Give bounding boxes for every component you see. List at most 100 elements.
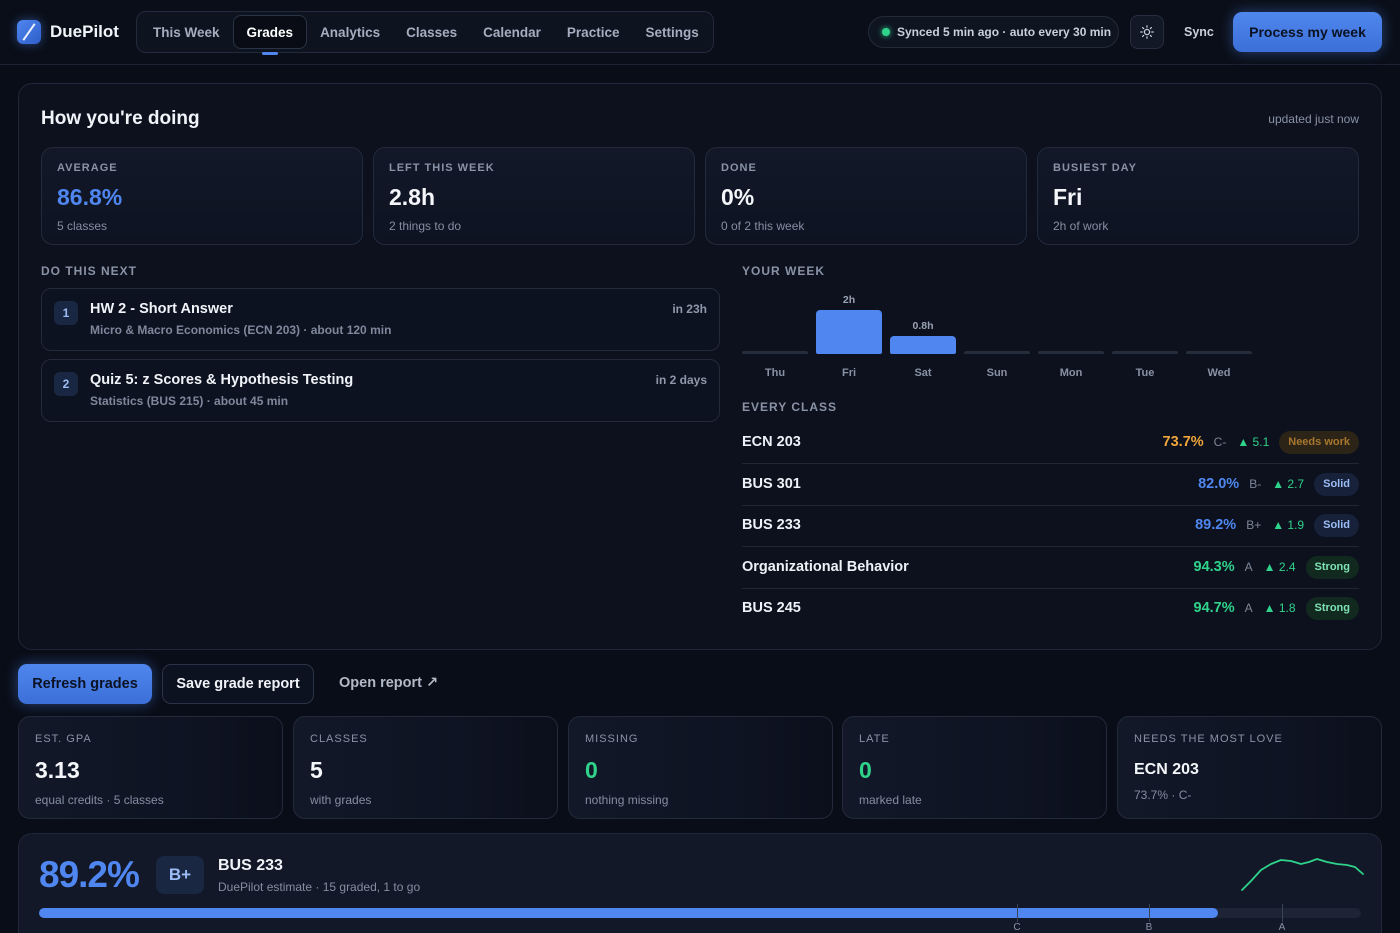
week-bar-value: 2h bbox=[842, 294, 856, 306]
tab-classes[interactable]: Classes bbox=[393, 15, 470, 49]
class-trend: ▲ 1.9 bbox=[1272, 518, 1305, 532]
detail-letter-badge: B+ bbox=[156, 856, 204, 894]
class-percentage: 89.2% bbox=[1195, 517, 1237, 533]
sync-status-text: Synced 5 min ago · auto every 30 min bbox=[897, 25, 1112, 39]
tab-this-week[interactable]: This Week bbox=[140, 15, 233, 49]
task-subtitle: Statistics (BUS 215) · about 45 min bbox=[90, 394, 289, 408]
summary-label: NEEDS THE MOST LOVE bbox=[1134, 733, 1283, 745]
refresh-grades-button[interactable]: Refresh grades bbox=[18, 664, 152, 704]
summary-label: CLASSES bbox=[310, 733, 368, 745]
class-letter-grade: A bbox=[1244, 560, 1253, 574]
week-bar bbox=[964, 351, 1030, 354]
status-badge: Strong bbox=[1305, 555, 1359, 579]
do-this-next-heading: DO THIS NEXT bbox=[41, 264, 138, 278]
open-report-link[interactable]: Open report ↗ bbox=[339, 675, 438, 691]
stat-sub: 2 things to do bbox=[389, 219, 462, 233]
sun-icon bbox=[1140, 25, 1154, 39]
summary-label: MISSING bbox=[585, 733, 639, 745]
process-week-button[interactable]: Process my week bbox=[1233, 12, 1382, 52]
class-row[interactable]: BUS 233 89.2% B+ ▲ 1.9 Solid bbox=[742, 505, 1359, 547]
week-day-label: Sun bbox=[986, 367, 1008, 379]
tab-analytics[interactable]: Analytics bbox=[307, 15, 393, 49]
summary-late: LATE 0 marked late bbox=[842, 716, 1107, 819]
task-subtitle: Micro & Macro Economics (ECN 203) · abou… bbox=[90, 323, 392, 337]
week-day-fri: 2h Fri bbox=[816, 289, 882, 379]
summary-missing: MISSING 0 nothing missing bbox=[568, 716, 833, 819]
class-grade-group: 89.2% B+ ▲ 1.9 Solid bbox=[1195, 513, 1359, 537]
class-row[interactable]: BUS 245 94.7% A ▲ 1.8 Strong bbox=[742, 588, 1359, 630]
tab-calendar[interactable]: Calendar bbox=[470, 15, 554, 49]
summary-value: ECN 203 bbox=[1134, 761, 1199, 778]
status-badge: Solid bbox=[1314, 513, 1359, 537]
stat-sub: 5 classes bbox=[57, 219, 108, 233]
app-name: DuePilot bbox=[50, 22, 119, 41]
your-week-heading: YOUR WEEK bbox=[742, 264, 826, 278]
grade-detail-card[interactable]: 89.2% B+ BUS 233 DuePilot estimate · 15 … bbox=[18, 833, 1382, 933]
class-letter-grade: A bbox=[1244, 601, 1253, 615]
tab-grades[interactable]: Grades bbox=[232, 15, 308, 55]
class-letter-grade: B+ bbox=[1246, 518, 1262, 532]
stat-value: Fri bbox=[1053, 184, 1083, 210]
app-logo[interactable]: DuePilot bbox=[17, 20, 119, 44]
threshold-tick bbox=[1017, 904, 1018, 922]
stat-average: AVERAGE 86.8% 5 classes bbox=[41, 147, 363, 245]
stat-label: DONE bbox=[721, 162, 757, 174]
task-title: Quiz 5: z Scores & Hypothesis Testing bbox=[90, 372, 354, 388]
week-bar bbox=[816, 310, 882, 354]
week-bar bbox=[890, 336, 956, 354]
week-bar bbox=[742, 351, 808, 354]
detail-percentage: 89.2% bbox=[39, 854, 140, 895]
tab-settings[interactable]: Settings bbox=[632, 15, 711, 49]
theme-toggle-button[interactable] bbox=[1130, 15, 1164, 49]
detail-class-name: BUS 233 bbox=[218, 857, 283, 874]
stat-left-this-week: LEFT THIS WEEK 2.8h 2 things to do bbox=[373, 147, 695, 245]
tab-practice[interactable]: Practice bbox=[554, 15, 633, 49]
class-row[interactable]: BUS 301 82.0% B- ▲ 2.7 Solid bbox=[742, 464, 1359, 506]
task-due: in 2 days bbox=[655, 373, 707, 387]
sync-button[interactable]: Sync bbox=[1177, 16, 1221, 48]
summary-needs-love[interactable]: NEEDS THE MOST LOVE ECN 203 73.7% · C- bbox=[1117, 716, 1382, 819]
class-trend: ▲ 2.7 bbox=[1272, 477, 1305, 491]
class-row[interactable]: ECN 203 73.7% C- ▲ 5.1 Needs work bbox=[742, 422, 1359, 464]
week-day-thu: Thu bbox=[742, 289, 808, 379]
summary-sub: 73.7% · C- bbox=[1134, 788, 1192, 802]
summary-label: LATE bbox=[859, 733, 890, 745]
class-row[interactable]: Organizational Behavior 94.3% A ▲ 2.4 Strong bbox=[742, 547, 1359, 589]
stat-sub: 2h of work bbox=[1053, 219, 1109, 233]
week-day-sat: 0.8h Sat bbox=[890, 289, 956, 379]
class-name: BUS 233 bbox=[742, 517, 801, 533]
logo-icon bbox=[17, 20, 41, 44]
week-bar bbox=[1186, 351, 1252, 354]
task-item[interactable]: 2 Quiz 5: z Scores & Hypothesis Testing … bbox=[41, 359, 720, 422]
summary-sub: equal credits · 5 classes bbox=[35, 793, 164, 807]
top-bar: DuePilot This Week Grades Analytics Clas… bbox=[0, 0, 1400, 65]
threshold-label: B bbox=[1145, 922, 1153, 933]
grade-progress-fill bbox=[39, 908, 1218, 918]
week-day-mon: Mon bbox=[1038, 289, 1104, 379]
grade-progress-track bbox=[39, 908, 1361, 918]
status-badge: Solid bbox=[1314, 472, 1359, 496]
every-class-heading: EVERY CLASS bbox=[742, 400, 838, 414]
week-bar bbox=[1112, 351, 1178, 354]
status-dot-icon bbox=[882, 28, 890, 36]
class-letter-grade: C- bbox=[1213, 435, 1227, 449]
week-day-label: Sat bbox=[914, 367, 932, 379]
summary-value: 5 bbox=[310, 757, 323, 783]
week-day-tue: Tue bbox=[1112, 289, 1178, 379]
summary-sub: marked late bbox=[859, 793, 922, 807]
summary-value: 3.13 bbox=[35, 757, 80, 783]
class-letter-grade: B- bbox=[1249, 477, 1262, 491]
class-trend: ▲ 5.1 bbox=[1237, 435, 1270, 449]
week-day-label: Wed bbox=[1207, 367, 1231, 379]
stat-done: DONE 0% 0 of 2 this week bbox=[705, 147, 1027, 245]
class-name: BUS 245 bbox=[742, 600, 801, 616]
class-grade-group: 94.7% A ▲ 1.8 Strong bbox=[1194, 596, 1359, 620]
class-grade-group: 94.3% A ▲ 2.4 Strong bbox=[1194, 555, 1359, 579]
save-grade-report-button[interactable]: Save grade report bbox=[162, 664, 314, 704]
overview-card: How you're doing updated just now AVERAG… bbox=[18, 83, 1382, 650]
class-grade-group: 73.7% C- ▲ 5.1 Needs work bbox=[1163, 430, 1359, 454]
week-day-wed: Wed bbox=[1186, 289, 1252, 379]
task-item[interactable]: 1 HW 2 - Short Answer Micro & Macro Econ… bbox=[41, 288, 720, 351]
task-number: 1 bbox=[54, 301, 78, 325]
stat-value: 0% bbox=[721, 184, 755, 210]
